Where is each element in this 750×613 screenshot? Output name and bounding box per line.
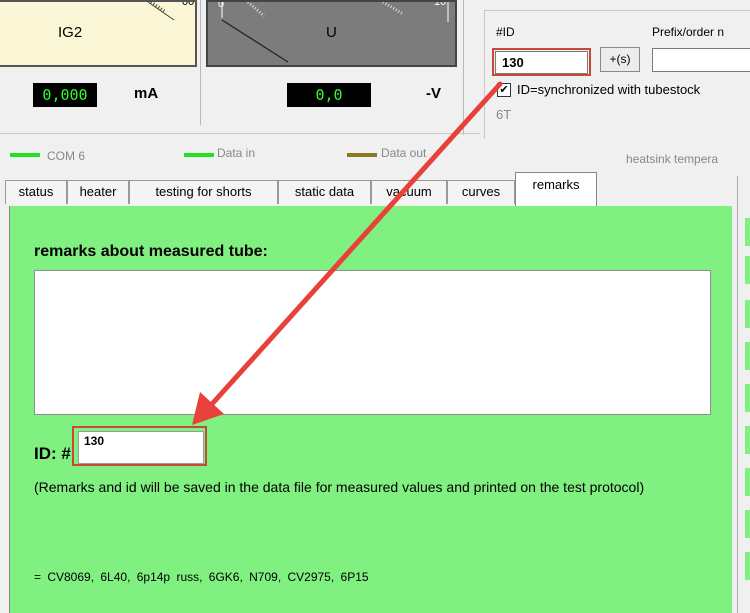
- panel-divider: [463, 0, 464, 135]
- remarks-note: (Remarks and id will be saved in the dat…: [34, 479, 645, 495]
- tube-equivalents: = CV8069, 6L40, 6p14p russ, 6GK6, N709, …: [34, 570, 369, 584]
- tab-heater[interactable]: heater: [67, 180, 129, 204]
- voltage-readout: 0,0: [287, 83, 371, 107]
- tab-static-data[interactable]: static data: [278, 180, 371, 204]
- tab-vacuum[interactable]: vacuum: [371, 180, 447, 204]
- voltage-unit: -V: [426, 85, 441, 102]
- check-icon: ✔: [499, 84, 509, 96]
- right-cell: [745, 552, 750, 580]
- tab-testing-for-shorts[interactable]: testing for shorts: [129, 180, 278, 204]
- current-meter-scale: [147, 2, 175, 21]
- right-cell: [745, 510, 750, 538]
- right-cell: [745, 342, 750, 370]
- data-in-indicator: [184, 153, 214, 157]
- port-label: COM 6: [47, 149, 86, 163]
- id-field-highlight: [492, 48, 591, 76]
- right-cell: [745, 300, 750, 328]
- current-meter-name: IG2: [58, 24, 83, 41]
- current-readout: 0,000: [33, 83, 97, 107]
- remarks-title: remarks about measured tube:: [34, 243, 268, 260]
- increment-id-button[interactable]: +(s): [600, 47, 640, 72]
- right-cell: [745, 256, 750, 284]
- remarks-id-label: ID: #: [34, 444, 71, 463]
- tab-curves[interactable]: curves: [447, 180, 515, 204]
- tab-bar: status heater testing for shorts static …: [0, 172, 735, 206]
- heatsink-temperature-label: heatsink tempera: [626, 152, 719, 166]
- voltage-meter-name: U: [326, 24, 337, 41]
- data-out-indicator: [347, 153, 377, 157]
- voltage-meter: 0 10 U: [206, 0, 457, 67]
- remarks-id-highlight: [72, 426, 207, 466]
- tab-remarks[interactable]: remarks: [515, 172, 597, 206]
- prefix-field[interactable]: [652, 48, 750, 72]
- sync-checkbox[interactable]: ✔: [497, 83, 511, 97]
- id-header: #ID: [496, 25, 515, 39]
- right-cell: [745, 468, 750, 496]
- right-cell: [745, 426, 750, 454]
- meter-divider: [200, 0, 201, 125]
- voltage-scale-zero: 0: [218, 0, 225, 10]
- current-scale-label: 00: [182, 0, 195, 8]
- voltage-scale-label: 10: [434, 0, 447, 8]
- prefix-label: Prefix/order n: [652, 25, 725, 39]
- current-meter: 00 IG2: [0, 0, 197, 67]
- data-in-label: Data in: [217, 146, 256, 160]
- sync-label: ID=synchronized with tubestock: [517, 82, 701, 97]
- right-cell: [745, 218, 750, 246]
- remarks-textarea[interactable]: [34, 270, 711, 415]
- port-indicator: [10, 153, 40, 157]
- tube-type: 6T: [496, 107, 512, 122]
- meter-bottom-rule: [0, 133, 480, 134]
- data-out-label: Data out: [381, 146, 427, 160]
- right-cell: [745, 384, 750, 412]
- tab-status[interactable]: status: [5, 180, 67, 204]
- current-unit: mA: [134, 85, 159, 102]
